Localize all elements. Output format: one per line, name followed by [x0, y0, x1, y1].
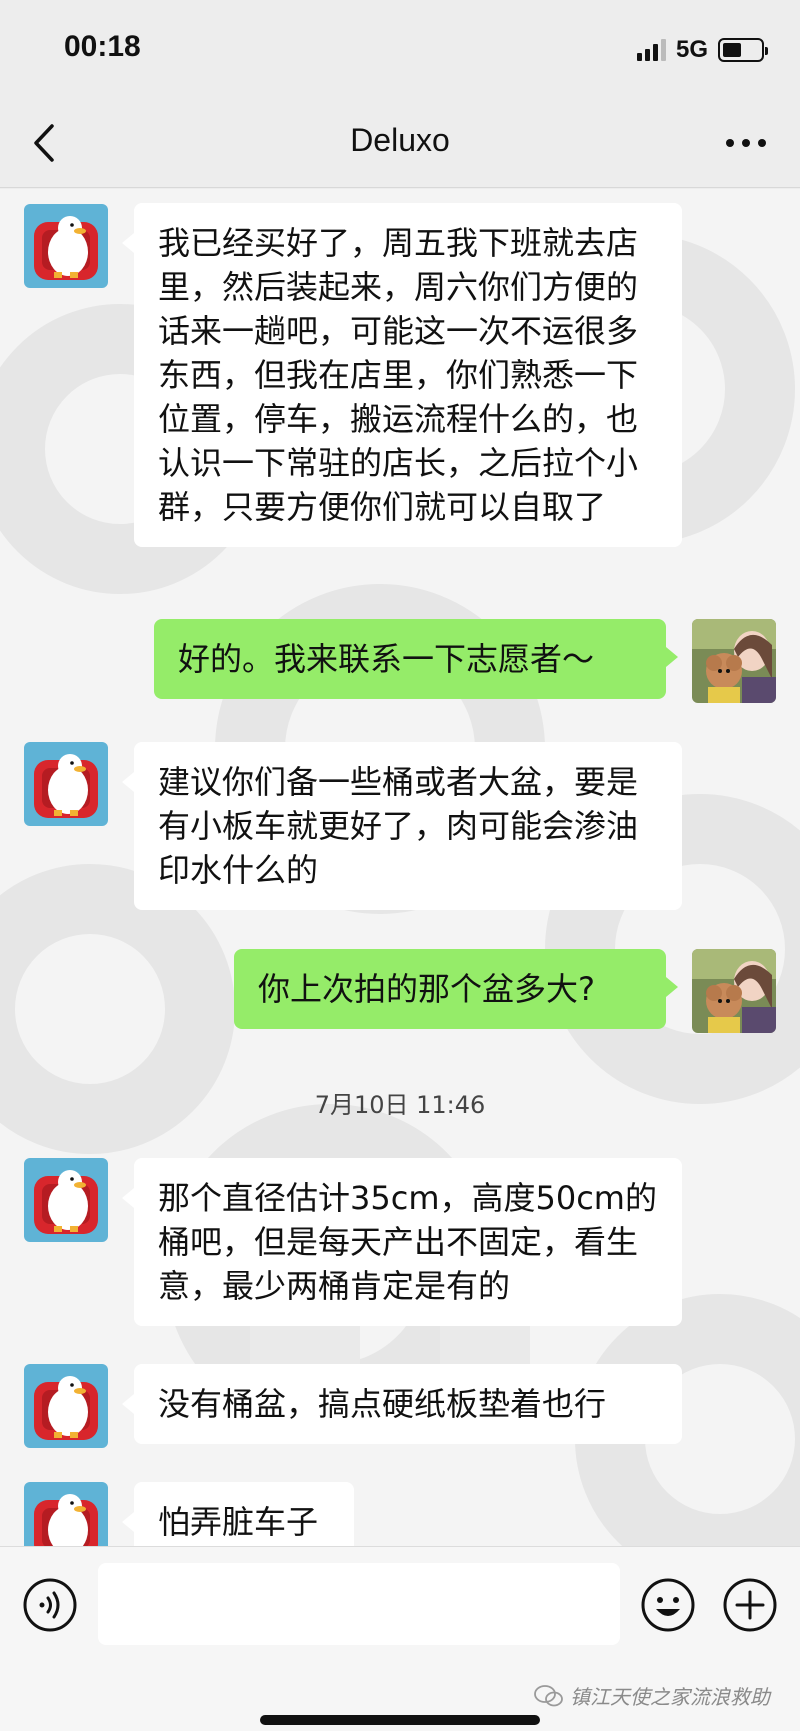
- message-bubble-outgoing[interactable]: 你上次拍的那个盆多大?: [234, 949, 678, 1029]
- more-icon: [726, 139, 766, 147]
- wechat-icon: [534, 1684, 563, 1706]
- chat-header: Deluxo: [0, 100, 800, 188]
- contact-avatar[interactable]: [24, 204, 108, 288]
- duck-avatar-icon: [24, 1158, 108, 1242]
- input-bar: 镇江天使之家流浪救助: [0, 1546, 800, 1731]
- message-bubble-incoming[interactable]: 怕弄脏车子: [122, 1482, 354, 1546]
- message-row: 你上次拍的那个盆多大?: [0, 949, 800, 1039]
- message-bubble-outgoing[interactable]: 好的。我来联系一下志愿者～: [154, 619, 678, 699]
- my-avatar[interactable]: [692, 619, 776, 703]
- more-functions-button[interactable]: [722, 1577, 778, 1633]
- message-row: 那个直径估计35cm，高度50cm的桶吧，但是每天产出不固定，看生意，最少两桶肯…: [0, 1158, 800, 1338]
- source-credit: 镇江天使之家流浪救助: [534, 1681, 770, 1710]
- status-time: 00:18: [64, 30, 141, 63]
- duck-avatar-icon: [24, 1364, 108, 1448]
- chat-title: Deluxo: [350, 122, 450, 158]
- network-type: 5G: [675, 36, 708, 63]
- contact-avatar[interactable]: [24, 1364, 108, 1448]
- dog-girl-avatar-icon: [692, 949, 776, 1033]
- message-row: 没有桶盆，搞点硬纸板垫着也行: [0, 1364, 800, 1454]
- home-indicator[interactable]: [260, 1715, 540, 1725]
- message-bubble-incoming[interactable]: 那个直径估计35cm，高度50cm的桶吧，但是每天产出不固定，看生意，最少两桶肯…: [122, 1158, 682, 1326]
- status-bar: 00:18 5G: [0, 0, 800, 100]
- source-credit-text: 镇江天使之家流浪救助: [570, 1685, 770, 1709]
- message-list[interactable]: 我已经买好了，周五我下班就去店里，然后装起来，周六你们方便的话来一趟吧，可能这一…: [0, 189, 800, 1546]
- my-avatar[interactable]: [692, 949, 776, 1033]
- status-indicators: 5G: [636, 36, 768, 64]
- message-row: 建议你们备一些桶或者大盆，要是有小板车就更好了，肉可能会渗油印水什么的: [0, 742, 800, 922]
- emoji-icon: [641, 1578, 695, 1632]
- battery-level-fill: [723, 43, 741, 57]
- message-bubble-incoming[interactable]: 建议你们备一些桶或者大盆，要是有小板车就更好了，肉可能会渗油印水什么的: [122, 742, 682, 910]
- voice-button[interactable]: [22, 1577, 78, 1633]
- duck-avatar-icon: [24, 1482, 108, 1546]
- contact-avatar[interactable]: [24, 742, 108, 826]
- plus-icon: [723, 1578, 777, 1632]
- emoji-button[interactable]: [640, 1577, 696, 1633]
- battery-icon: [718, 38, 768, 62]
- message-row: 好的。我来联系一下志愿者～: [0, 619, 800, 709]
- dog-girl-avatar-icon: [692, 619, 776, 703]
- message-bubble-incoming[interactable]: 没有桶盆，搞点硬纸板垫着也行: [122, 1364, 682, 1444]
- duck-avatar-icon: [24, 204, 108, 288]
- message-timestamp: 7月10日 11:46: [314, 1091, 486, 1119]
- signal-icon: [636, 39, 666, 61]
- contact-avatar[interactable]: [24, 1158, 108, 1242]
- voice-icon: [23, 1578, 77, 1632]
- message-input[interactable]: [98, 1563, 620, 1645]
- contact-avatar[interactable]: [24, 1482, 108, 1546]
- message-row: 我已经买好了，周五我下班就去店里，然后装起来，周六你们方便的话来一趟吧，可能这一…: [0, 189, 800, 549]
- more-options-button[interactable]: [722, 128, 770, 158]
- duck-avatar-icon: [24, 742, 108, 826]
- message-row: 怕弄脏车子: [0, 1482, 800, 1546]
- message-bubble-incoming[interactable]: 我已经买好了，周五我下班就去店里，然后装起来，周六你们方便的话来一趟吧，可能这一…: [122, 203, 682, 547]
